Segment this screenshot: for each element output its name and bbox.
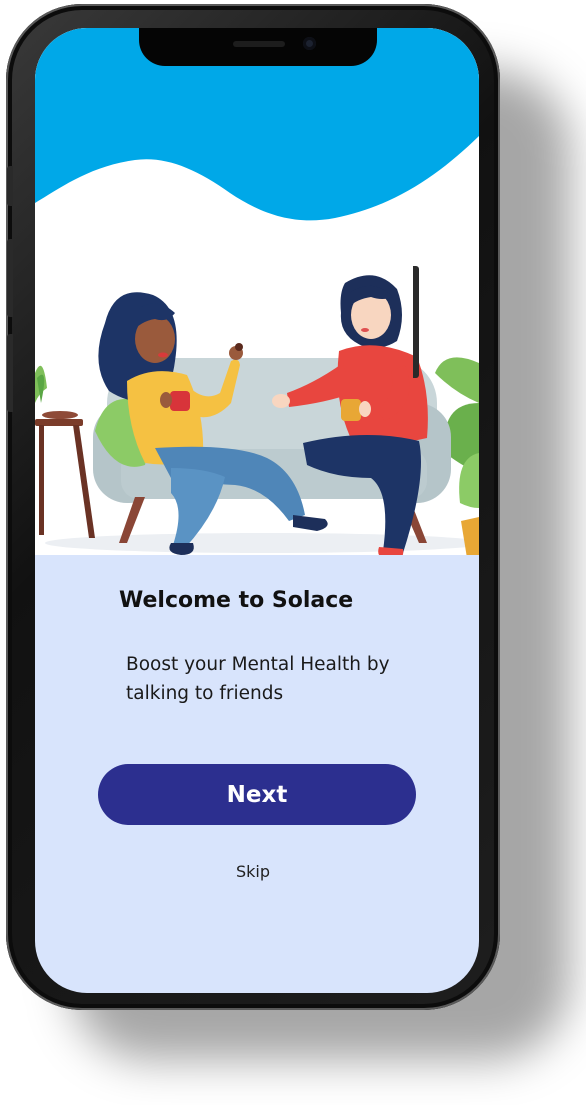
earpiece-speaker xyxy=(233,41,285,47)
welcome-subtitle: Boost your Mental Health by talking to f… xyxy=(126,654,390,704)
front-camera-icon xyxy=(303,37,316,50)
volume-up-button xyxy=(7,239,13,317)
phone-frame: Welcome to Solace Boost your Mental Heal… xyxy=(6,4,500,1010)
power-button xyxy=(413,266,419,378)
welcome-title: Welcome to Solace xyxy=(119,588,354,613)
next-button[interactable]: Next xyxy=(98,764,416,825)
phone-notch xyxy=(139,28,377,66)
skip-link[interactable]: Skip xyxy=(35,862,471,881)
volume-down-button xyxy=(7,334,13,412)
stage: Welcome to Solace Boost your Mental Heal… xyxy=(0,0,586,1105)
mute-switch xyxy=(7,166,13,206)
app-screen: Welcome to Solace Boost your Mental Heal… xyxy=(35,28,479,993)
